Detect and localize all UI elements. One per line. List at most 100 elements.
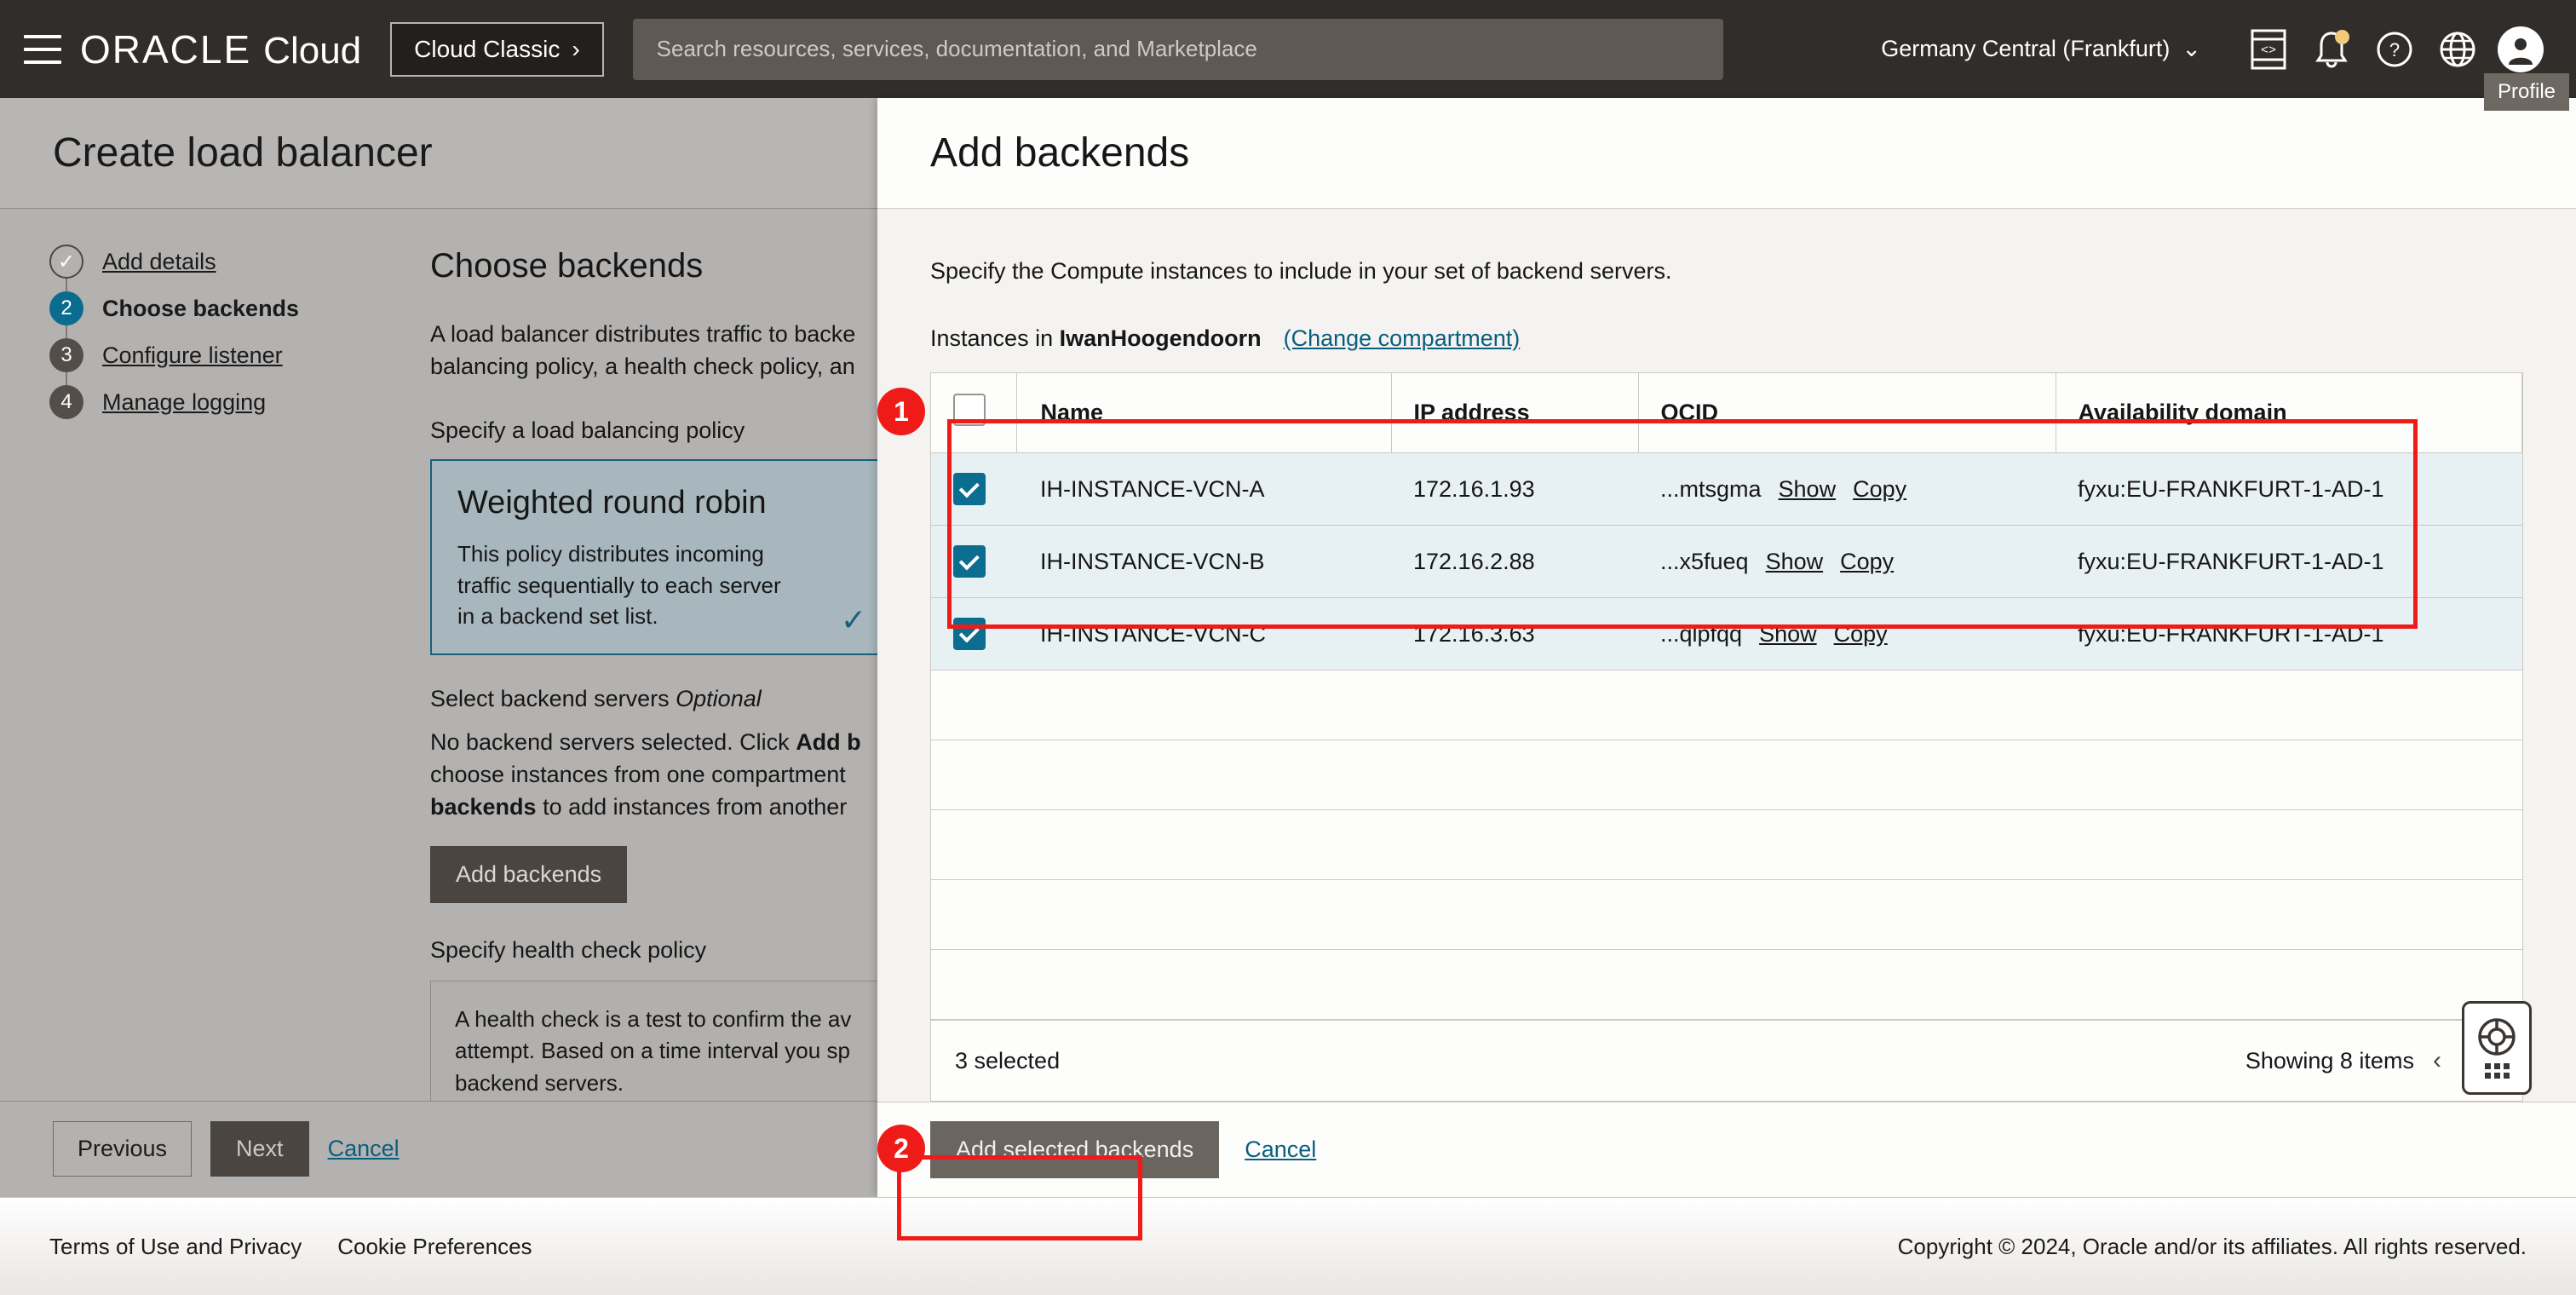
policy-desc-line-3: in a backend set list.: [457, 603, 658, 630]
cloud-wordmark: Cloud: [263, 29, 362, 72]
ocid-copy-link[interactable]: Copy: [1853, 476, 1906, 503]
notifications-bell-icon[interactable]: [2300, 18, 2363, 81]
cell-ocid: ...x5fueq Show Copy: [1638, 525, 2056, 598]
accessibility-help-widget[interactable]: [2462, 1001, 2532, 1095]
cell-ip-address: 172.16.2.88: [1391, 525, 1638, 598]
select-all-checkbox[interactable]: [953, 394, 986, 426]
cookie-preferences-link[interactable]: Cookie Preferences: [337, 1234, 532, 1260]
step-1-check-icon: ✓: [49, 245, 83, 279]
cloud-classic-button[interactable]: Cloud Classic ›: [390, 21, 604, 77]
ocid-copy-link[interactable]: Copy: [1840, 549, 1894, 575]
instances-table-container: Name IP address OCID Availability domain…: [930, 372, 2523, 1102]
ocid-show-link[interactable]: Show: [1779, 476, 1837, 503]
intro-line-2: balancing policy, a health check policy,…: [430, 354, 855, 380]
profile-avatar-icon[interactable]: [2489, 18, 2552, 81]
annotation-badge-1: 1: [877, 388, 925, 435]
ocid-show-link[interactable]: Show: [1766, 549, 1824, 575]
empty-row: [931, 810, 2522, 880]
panel-cancel-link[interactable]: Cancel: [1245, 1137, 1316, 1163]
row-checkbox[interactable]: [953, 473, 986, 505]
column-header-availability-domain[interactable]: Availability domain: [2056, 373, 2522, 453]
cell-ocid: ...mtsgma Show Copy: [1638, 452, 2056, 526]
cloud-shell-icon[interactable]: <>: [2237, 18, 2300, 81]
grid-dots-icon: [2484, 1063, 2510, 1079]
page-title: Create load balancer: [53, 130, 433, 176]
no-backends-text-c: backends: [430, 794, 537, 820]
svg-text:?: ?: [2389, 39, 2400, 60]
add-backends-button[interactable]: Add backends: [430, 845, 628, 903]
search-placeholder-text: Search resources, services, documentatio…: [656, 36, 1257, 61]
wizard-step-add-details[interactable]: ✓ Add details: [49, 239, 407, 303]
empty-row: [931, 950, 2522, 1020]
no-backends-text-d: to add instances from another: [536, 794, 848, 820]
table-row[interactable]: IH-INSTANCE-VCN-A 172.16.1.93 ...mtsgma …: [931, 452, 2522, 526]
oracle-wordmark: ORACLE: [80, 26, 252, 72]
showing-items-count: Showing 8 items: [2245, 1047, 2414, 1073]
cell-availability-domain: fyxu:EU-FRANKFURT-1-AD-1: [2056, 452, 2522, 526]
wizard-step-manage-logging[interactable]: 4 Manage logging: [49, 379, 407, 425]
language-globe-icon[interactable]: [2426, 18, 2489, 81]
notification-badge: [2335, 29, 2349, 44]
wizard-step-configure-listener[interactable]: 3 Configure listener: [49, 332, 407, 397]
panel-body: Specify the Compute instances to include…: [877, 209, 2576, 1197]
empty-row: [931, 740, 2522, 810]
oracle-cloud-logo[interactable]: ORACLE Cloud: [80, 26, 361, 72]
table-row[interactable]: IH-INSTANCE-VCN-C 172.16.3.63 ...qlpfqq …: [931, 597, 2522, 671]
ocid-show-link[interactable]: Show: [1759, 621, 1817, 648]
instances-compartment-line: Instances in IwanHoogendoorn (Change com…: [930, 325, 2523, 352]
column-header-name[interactable]: Name: [1016, 373, 1392, 453]
hamburger-menu-icon[interactable]: [24, 34, 61, 64]
search-input[interactable]: Search resources, services, documentatio…: [632, 18, 1723, 80]
backend-servers-text: Select backend servers: [430, 685, 670, 711]
add-selected-backends-button[interactable]: Add selected backends: [930, 1121, 1220, 1178]
optional-tag: Optional: [676, 685, 762, 711]
backend-servers-label: Select backend servers Optional: [430, 686, 890, 712]
policy-card-title: Weighted round robin: [457, 484, 767, 521]
ocid-copy-link[interactable]: Copy: [1834, 621, 1888, 648]
selected-count: 3 selected: [955, 1047, 1061, 1073]
step-2-number: 2: [49, 291, 83, 325]
cancel-link[interactable]: Cancel: [328, 1136, 400, 1162]
ocid-value: ...x5fueq: [1660, 548, 1749, 574]
health-check-line-1: A health check is a test to confirm the …: [455, 1005, 852, 1032]
chevron-left-icon[interactable]: ‹: [2433, 1046, 2441, 1075]
row-checkbox[interactable]: [953, 545, 986, 578]
cell-name: IH-INSTANCE-VCN-B: [1016, 525, 1391, 598]
no-backends-text-a: No backend servers selected. Click: [430, 728, 796, 755]
help-icon[interactable]: ?: [2363, 18, 2426, 81]
policy-card-weighted-round-robin[interactable]: Weighted round robin This policy distrib…: [430, 458, 890, 655]
terms-of-use-link[interactable]: Terms of Use and Privacy: [49, 1234, 302, 1260]
page-footer: Terms of Use and Privacy Cookie Preferen…: [0, 1197, 2576, 1295]
column-header-ip-address[interactable]: IP address: [1391, 373, 1639, 453]
row-checkbox-cell: [931, 597, 1016, 671]
table-row[interactable]: IH-INSTANCE-VCN-B 172.16.2.88 ...x5fueq …: [931, 525, 2522, 598]
lifebuoy-icon: [2478, 1018, 2516, 1056]
ocid-group: ...x5fueq Show Copy: [1660, 549, 2056, 575]
svg-text:<>: <>: [2261, 43, 2276, 58]
wizard-step-label: Configure listener: [102, 342, 283, 368]
panel-header: Add backends: [877, 98, 2576, 209]
cloud-classic-label: Cloud Classic: [414, 35, 561, 62]
next-button[interactable]: Next: [210, 1121, 309, 1177]
wizard-step-choose-backends: 2 Choose backends: [49, 285, 407, 350]
instances-table: Name IP address OCID Availability domain…: [931, 373, 2522, 671]
column-header-ocid[interactable]: OCID: [1638, 373, 2056, 453]
instances-in-label: Instances in IwanHoogendoorn: [930, 325, 1262, 352]
cell-ip-address: 172.16.1.93: [1391, 452, 1638, 526]
wizard-step-label: Add details: [102, 248, 216, 274]
profile-tooltip: Profile: [2483, 73, 2569, 111]
change-compartment-link[interactable]: (Change compartment): [1284, 325, 1521, 352]
wizard-steps: ✓ Add details 2 Choose backends 3 Config…: [49, 239, 407, 425]
health-check-line-2: attempt. Based on a time interval you sp: [455, 1038, 850, 1064]
cell-ocid: ...qlpfqq Show Copy: [1638, 597, 2056, 671]
region-selector[interactable]: Germany Central (Frankfurt) ⌄: [1881, 36, 2201, 62]
row-checkbox[interactable]: [953, 618, 986, 650]
step-3-number: 3: [49, 338, 83, 372]
wizard-bottom-actions: Previous Next Cancel: [0, 1101, 877, 1196]
ocid-value: ...qlpfqq: [1660, 620, 1743, 647]
intro-line-1: A load balancer distributes traffic to b…: [430, 321, 856, 347]
previous-button[interactable]: Previous: [53, 1121, 193, 1177]
pagination-group: Showing 8 items ‹ 1 of: [2245, 1046, 2498, 1075]
health-check-line-3: backend servers.: [455, 1070, 624, 1096]
cell-availability-domain: fyxu:EU-FRANKFURT-1-AD-1: [2056, 525, 2522, 598]
